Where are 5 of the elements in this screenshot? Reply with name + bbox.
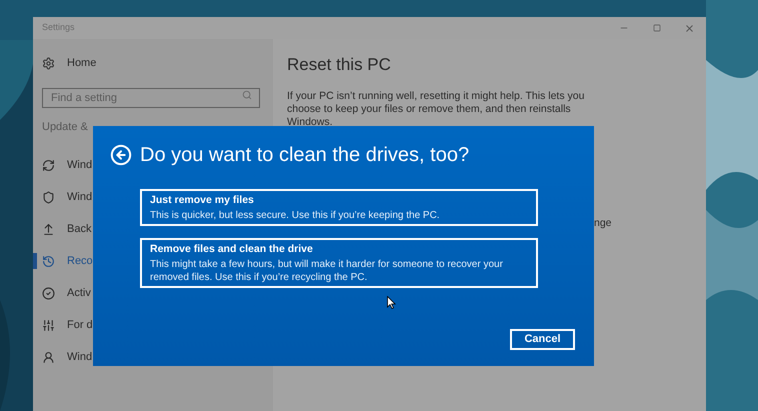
dialog-title: Do you want to clean the drives, too? <box>140 143 470 168</box>
partial-text: nge <box>594 216 613 230</box>
description-text: If your PC isn’t running well, resetting it might help. This lets you choose to keep your files or remove them, and then reinstalls Windows. <box>287 90 586 128</box>
page-title: Reset this PC <box>287 54 392 76</box>
section-heading: Update & <box>42 120 89 135</box>
